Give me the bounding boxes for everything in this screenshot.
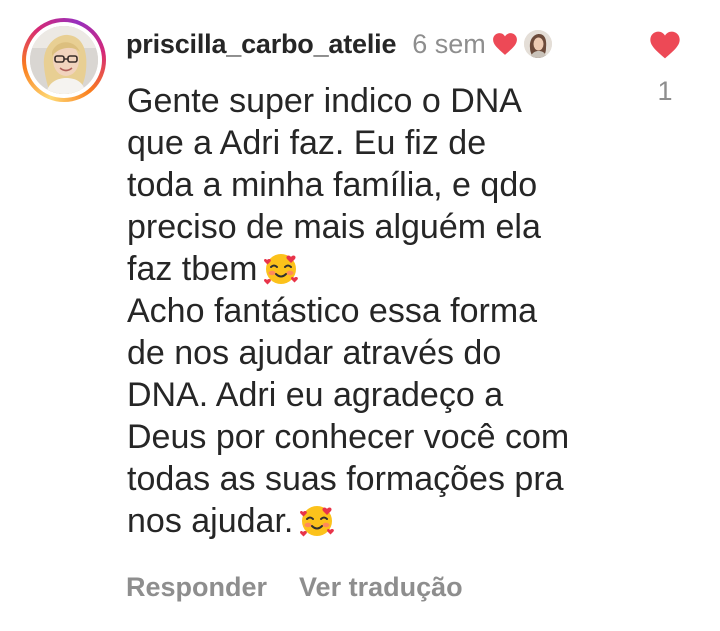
- comment-line: de nos ajudar através do: [127, 334, 502, 372]
- comment-line: Deus por conhecer você com: [127, 418, 570, 456]
- comment-line: que a Adri faz. Eu fiz de: [127, 124, 487, 162]
- creator-liked-heart-icon: [492, 33, 517, 55]
- comment-line-with-emoji: nos ajudar.: [127, 500, 637, 542]
- avatar-photo-image: [30, 26, 98, 94]
- comment-timestamp: 6 sem: [412, 28, 486, 59]
- comment-header: priscilla_carbo_atelie 6 sem: [126, 24, 552, 64]
- comment-item: priscilla_carbo_atelie 6 sem Gente super…: [0, 0, 720, 631]
- comment-actions: Responder Ver tradução: [126, 572, 463, 603]
- avatar-story-ring[interactable]: [22, 18, 106, 102]
- avatar-frame: [26, 22, 102, 98]
- comment-line: nos ajudar.: [127, 502, 294, 540]
- reply-button[interactable]: Responder: [126, 572, 267, 603]
- like-count[interactable]: 1: [640, 76, 690, 107]
- like-heart-icon[interactable]: [649, 30, 681, 60]
- comment-line: faz tbem: [127, 250, 258, 288]
- comment-line: toda a minha família, e qdo: [127, 166, 538, 204]
- comment-line: DNA. Adri eu agradeço a: [127, 376, 504, 414]
- smiling-face-with-hearts-icon: [300, 506, 335, 537]
- creator-avatar: [523, 30, 552, 58]
- creator-avatar-image: [523, 30, 552, 58]
- comment-line: Gente super indico o DNA: [127, 82, 522, 120]
- see-translation-button[interactable]: Ver tradução: [299, 572, 463, 603]
- comment-line: Acho fantástico essa forma: [127, 292, 538, 330]
- avatar: [30, 26, 98, 94]
- comment-line: preciso de mais alguém ela: [127, 208, 541, 246]
- username-link[interactable]: priscilla_carbo_atelie: [126, 29, 396, 60]
- comment-text: Gente super indico o DNA que a Adri faz.…: [127, 80, 637, 542]
- like-column: 1: [640, 30, 690, 107]
- comment-line-with-emoji: faz tbem: [127, 248, 637, 290]
- comment-line: todas as suas formações pra: [127, 460, 564, 498]
- smiling-face-with-hearts-icon: [264, 254, 299, 285]
